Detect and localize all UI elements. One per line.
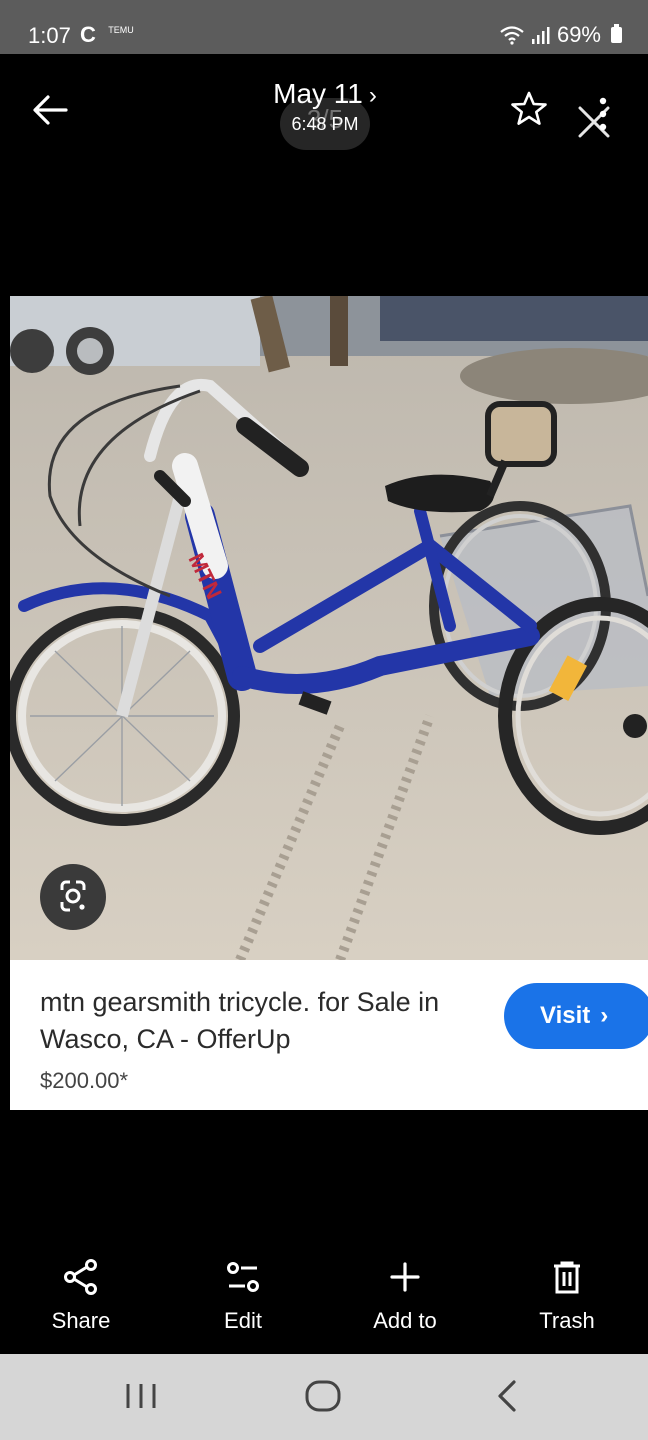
- date-info[interactable]: May 11 › 6:48 PM: [230, 78, 420, 135]
- trash-label: Trash: [539, 1308, 595, 1333]
- back-chevron-icon: [498, 1380, 516, 1412]
- status-bar: 1:07 C TEMU 69%: [0, 0, 648, 54]
- back-nav-button[interactable]: [484, 1378, 530, 1414]
- star-icon: [511, 91, 547, 125]
- temu-icon: TEMU: [108, 25, 134, 35]
- edit-label: Edit: [224, 1308, 262, 1333]
- wifi-icon: [500, 26, 524, 45]
- date-time: 6:48 PM: [291, 114, 359, 134]
- tricycle-photo: MTN: [10, 296, 648, 960]
- close-icon: [578, 106, 610, 138]
- favorite-button[interactable]: [510, 90, 548, 128]
- edit-sliders-icon: [227, 1262, 259, 1292]
- visual-search-result-card[interactable]: mtn gearsmith tricycle. for Sale in Wasc…: [10, 960, 648, 1110]
- lens-button[interactable]: [40, 864, 106, 930]
- trash-button[interactable]: Trash: [497, 1250, 637, 1334]
- trash-icon: [554, 1261, 580, 1294]
- visit-label: Visit: [540, 1002, 591, 1029]
- battery-percent: 69%: [556, 22, 601, 47]
- plus-icon: [390, 1262, 420, 1292]
- date-text: May 11: [273, 78, 363, 109]
- c-app-icon: C: [80, 22, 96, 47]
- action-bar: Share Edit Add to Trash: [0, 1250, 648, 1350]
- recent-apps-button[interactable]: [118, 1378, 164, 1414]
- result-price: $200.00*: [40, 1068, 129, 1093]
- share-label: Share: [51, 1308, 111, 1333]
- date-title: May 11 ›: [230, 78, 420, 110]
- back-arrow-icon: [33, 95, 68, 125]
- chevron-right-icon: ›: [600, 1002, 609, 1029]
- status-time: 1:07: [28, 23, 71, 48]
- add-to-button[interactable]: Add to: [335, 1250, 475, 1334]
- signal-icon: [531, 27, 550, 44]
- share-button[interactable]: Share: [11, 1250, 151, 1334]
- google-lens-icon: [60, 880, 86, 912]
- home-icon: [305, 1380, 341, 1412]
- more-options-icon[interactable]: [598, 96, 608, 136]
- close-button[interactable]: [574, 102, 614, 142]
- share-icon: [64, 1259, 97, 1295]
- edit-button[interactable]: Edit: [173, 1250, 313, 1334]
- back-button[interactable]: [30, 92, 70, 128]
- home-button[interactable]: [300, 1378, 346, 1414]
- add-to-label: Add to: [373, 1308, 437, 1333]
- recent-apps-icon: [126, 1384, 156, 1408]
- viewer-top-bar: 3/5 May 11 › 6:48 PM: [0, 54, 648, 164]
- battery-icon: [611, 24, 622, 43]
- visit-button[interactable]: Visit ›: [504, 983, 648, 1049]
- chevron-right-icon: ›: [368, 82, 377, 109]
- result-title: mtn gearsmith tricycle. for Sale in Wasc…: [40, 987, 440, 1054]
- status-right: 69%: [499, 22, 622, 48]
- system-navigation-bar: [0, 1354, 648, 1440]
